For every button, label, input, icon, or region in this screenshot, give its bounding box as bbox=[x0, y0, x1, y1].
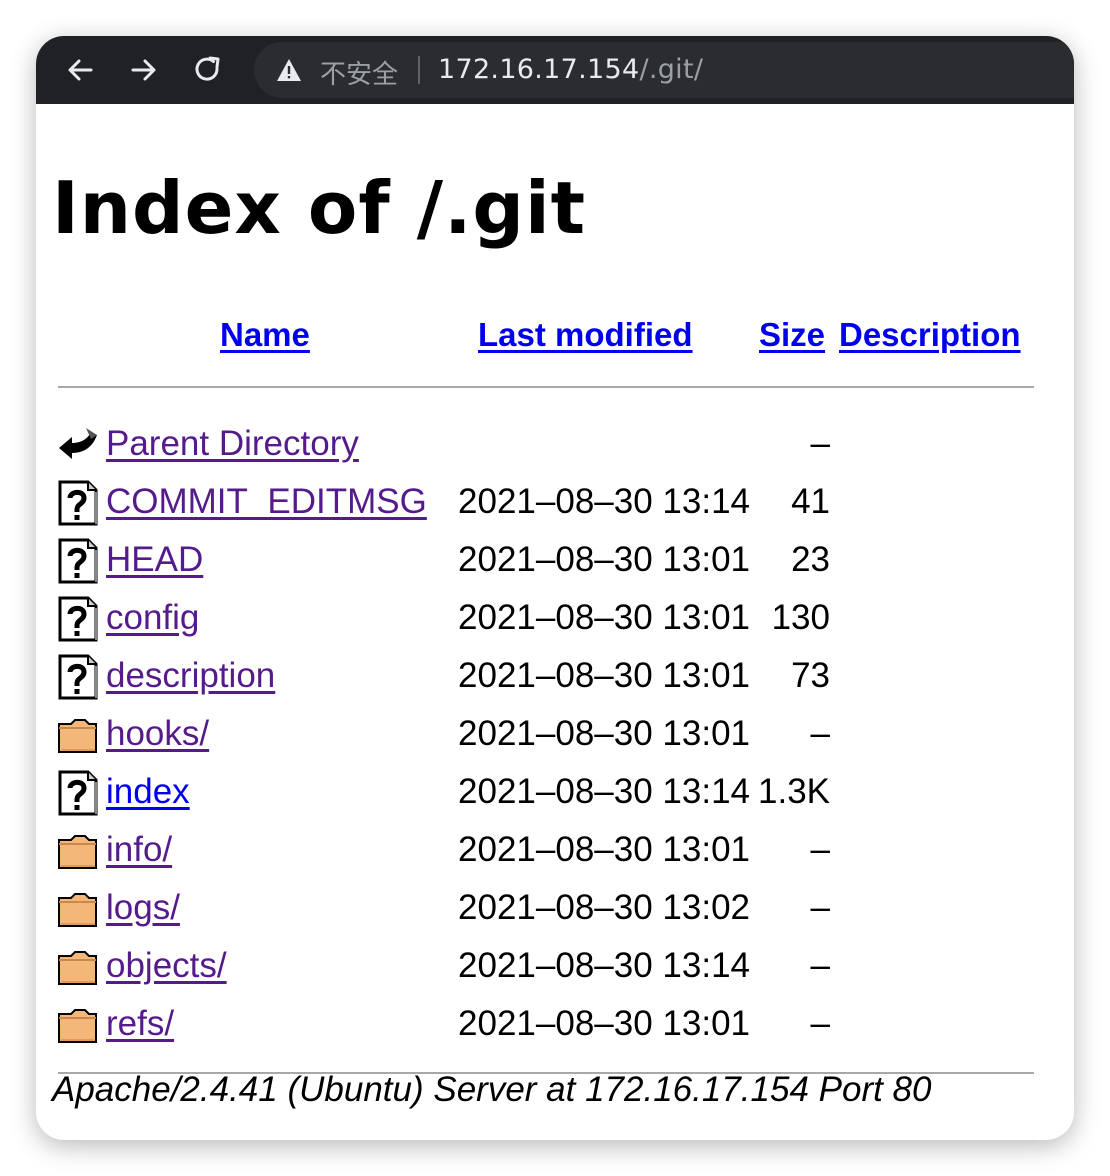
table-row: info/2021–08–30 13:01 – bbox=[36, 822, 1074, 880]
sort-by-size-link[interactable]: Size bbox=[759, 316, 825, 354]
reload-icon bbox=[195, 56, 220, 81]
file-link[interactable]: Parent Directory bbox=[106, 422, 359, 466]
table-row: Parent Directory – bbox=[36, 416, 1074, 474]
file-link[interactable]: info/ bbox=[106, 828, 172, 872]
last-modified-cell: 2021–08–30 13:01 bbox=[458, 656, 750, 695]
file-link[interactable]: description bbox=[106, 654, 275, 698]
page-content: Index of /.git Name Last modified Size D… bbox=[36, 104, 1074, 1140]
size-cell: – bbox=[810, 830, 830, 869]
table-row: description 2021–08–30 13:01 73 bbox=[36, 648, 1074, 706]
size-cell: 1.3K bbox=[758, 772, 830, 811]
table-row: refs/2021–08–30 13:01 – bbox=[36, 996, 1074, 1054]
arrow-left-icon bbox=[68, 59, 93, 81]
table-row: hooks/2021–08–30 13:01 – bbox=[36, 706, 1074, 764]
forward-button[interactable] bbox=[124, 50, 164, 90]
page-title: Index of /.git bbox=[52, 166, 587, 250]
table-row: objects/2021–08–30 13:14 – bbox=[36, 938, 1074, 996]
unknown-file-icon bbox=[56, 770, 100, 816]
unknown-file-icon bbox=[56, 538, 100, 584]
size-cell: – bbox=[810, 424, 830, 463]
folder-icon bbox=[56, 886, 100, 932]
table-row: config 2021–08–30 13:01 130 bbox=[36, 590, 1074, 648]
url-path: /.git/ bbox=[639, 54, 704, 85]
size-cell: 130 bbox=[771, 598, 830, 637]
header-divider bbox=[58, 386, 1034, 388]
server-signature: Apache/2.4.41 (Ubuntu) Server at 172.16.… bbox=[52, 1070, 932, 1109]
file-link[interactable]: index bbox=[106, 770, 190, 814]
last-modified-cell: 2021–08–30 13:01 bbox=[458, 830, 750, 869]
address-bar[interactable]: 不安全 172.16.17.154/.git/ bbox=[254, 42, 1074, 98]
size-cell: 23 bbox=[791, 540, 830, 579]
file-link[interactable]: HEAD bbox=[106, 538, 203, 582]
sort-by-name-link[interactable]: Name bbox=[220, 316, 310, 354]
url-text[interactable]: 172.16.17.154/.git/ bbox=[438, 54, 703, 85]
reload-button[interactable] bbox=[188, 50, 228, 90]
last-modified-cell: 2021–08–30 13:14 bbox=[458, 946, 750, 985]
unknown-file-icon bbox=[56, 596, 100, 642]
size-cell: – bbox=[810, 946, 830, 985]
last-modified-cell: 2021–08–30 13:01 bbox=[458, 540, 750, 579]
table-row: logs/2021–08–30 13:02 – bbox=[36, 880, 1074, 938]
last-modified-cell: 2021–08–30 13:14 bbox=[458, 772, 750, 811]
folder-icon bbox=[56, 712, 100, 758]
size-cell: 41 bbox=[791, 482, 830, 521]
file-link[interactable]: objects/ bbox=[106, 944, 227, 988]
sort-by-description-link[interactable]: Description bbox=[839, 316, 1021, 354]
size-cell: 73 bbox=[791, 656, 830, 695]
size-cell: – bbox=[810, 1004, 830, 1043]
folder-icon bbox=[56, 944, 100, 990]
last-modified-cell: 2021–08–30 13:01 bbox=[458, 598, 750, 637]
table-row: COMMIT_EDITMSG 2021–08–30 13:14 41 bbox=[36, 474, 1074, 532]
not-secure-label[interactable]: 不安全 bbox=[320, 54, 398, 91]
back-button[interactable] bbox=[60, 50, 100, 90]
last-modified-cell: 2021–08–30 13:14 bbox=[458, 482, 750, 521]
unknown-file-icon bbox=[56, 480, 100, 526]
file-link[interactable]: refs/ bbox=[106, 1002, 174, 1046]
file-link[interactable]: COMMIT_EDITMSG bbox=[106, 480, 427, 524]
size-cell: – bbox=[810, 714, 830, 753]
folder-icon bbox=[56, 828, 100, 874]
browser-window: 不安全 172.16.17.154/.git/ Index of /.git N… bbox=[36, 36, 1074, 1140]
size-cell: – bbox=[810, 888, 830, 927]
arrow-right-icon bbox=[131, 59, 156, 81]
url-separator bbox=[418, 56, 420, 84]
file-link[interactable]: logs/ bbox=[106, 886, 180, 930]
sort-by-last-modified-link[interactable]: Last modified bbox=[478, 316, 693, 354]
browser-toolbar: 不安全 172.16.17.154/.git/ bbox=[36, 36, 1074, 104]
last-modified-cell: 2021–08–30 13:01 bbox=[458, 714, 750, 753]
unknown-file-icon bbox=[56, 654, 100, 700]
folder-icon bbox=[56, 1002, 100, 1048]
file-link[interactable]: config bbox=[106, 596, 199, 640]
file-link[interactable]: hooks/ bbox=[106, 712, 209, 756]
back-icon bbox=[56, 422, 100, 468]
url-host: 172.16.17.154 bbox=[438, 54, 640, 85]
table-row: HEAD 2021–08–30 13:01 23 bbox=[36, 532, 1074, 590]
warning-triangle-icon[interactable] bbox=[276, 58, 302, 82]
table-row: index 2021–08–30 13:14 1.3K bbox=[36, 764, 1074, 822]
last-modified-cell: 2021–08–30 13:01 bbox=[458, 1004, 750, 1043]
last-modified-cell: 2021–08–30 13:02 bbox=[458, 888, 750, 927]
